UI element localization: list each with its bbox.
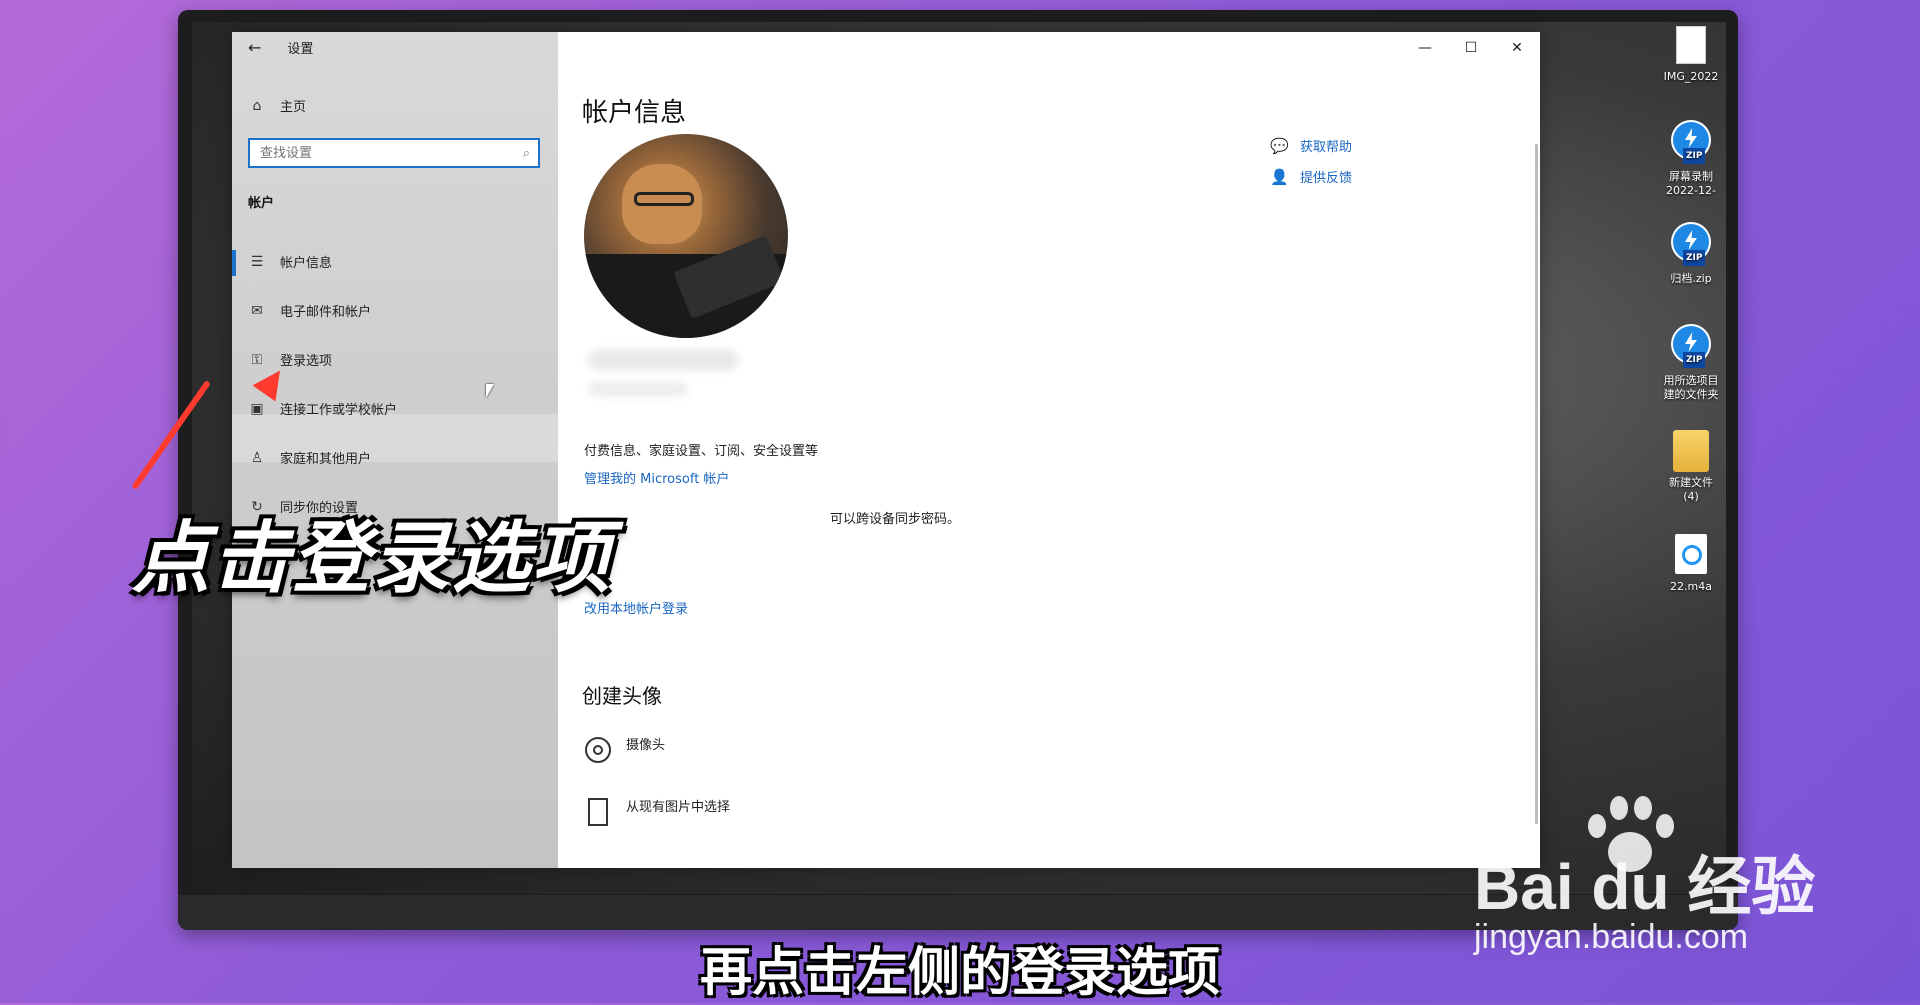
mail-icon: ✉ bbox=[251, 302, 263, 319]
baidu-watermark: Bai du 经验 bbox=[1474, 851, 1816, 923]
sidebar-item-home[interactable]: ⌂ 主页 bbox=[248, 96, 307, 116]
browse-picture-label: 从现有图片中选择 bbox=[626, 800, 731, 815]
window-title: 设置 bbox=[287, 42, 314, 57]
manage-account-link[interactable]: 管理我的 Microsoft 帐户 bbox=[584, 468, 729, 487]
blurred-username bbox=[588, 350, 738, 370]
sidebar-item-email-accounts[interactable]: ✉ 电子邮件和帐户 bbox=[248, 301, 372, 321]
feedback-icon: 👤 bbox=[1270, 167, 1289, 186]
desktop-icon-sublabel: 建的文件夹 bbox=[1663, 388, 1719, 401]
sidebar-item-label: 连接工作或学校帐户 bbox=[280, 403, 398, 418]
image-file-icon bbox=[1676, 26, 1706, 64]
get-help-link[interactable]: 💬 获取帮助 bbox=[1270, 136, 1353, 156]
sidebar-item-label: 登录选项 bbox=[280, 354, 333, 369]
billing-text: 付费信息、家庭设置、订阅、安全设置等 bbox=[584, 444, 819, 459]
desktop-icon-label: 屏幕录制 bbox=[1669, 170, 1713, 183]
sidebar-item-label: 电子邮件和帐户 bbox=[280, 305, 372, 320]
briefcase-icon: ▣ bbox=[250, 400, 264, 417]
desktop-icon-audio[interactable]: 22.m4a bbox=[1654, 534, 1726, 594]
desktop-icon-label: 归档.zip bbox=[1670, 272, 1712, 285]
sync-password-text: 可以跨设备同步密码。 bbox=[830, 512, 961, 527]
sidebar-item-family[interactable]: ♙ 家庭和其他用户 bbox=[248, 448, 372, 468]
settings-content: — ☐ ✕ 帐户信息 💬 获取帮助 👤 提供反馈 付费信息、家庭设置、订阅、安全… bbox=[558, 32, 1540, 868]
user-avatar bbox=[584, 134, 788, 338]
close-icon[interactable]: ✕ bbox=[1494, 32, 1540, 64]
desktop-icon-zip-archive[interactable]: ZIP 归档.zip bbox=[1654, 222, 1726, 286]
tutorial-caption: 点击登录选项 bbox=[132, 514, 613, 604]
get-help-label: 获取帮助 bbox=[1300, 140, 1353, 155]
section-title: 帐户 bbox=[248, 196, 275, 211]
blurred-email bbox=[588, 382, 688, 396]
search-input[interactable] bbox=[258, 144, 523, 162]
maximize-icon[interactable]: ☐ bbox=[1448, 32, 1494, 64]
person-icon: ♙ bbox=[250, 449, 264, 466]
page-title: 帐户信息 bbox=[582, 98, 687, 128]
sidebar-item-work-school[interactable]: ▣ 连接工作或学校帐户 bbox=[248, 399, 398, 419]
give-feedback-label: 提供反馈 bbox=[1300, 171, 1353, 186]
zip-icon: ZIP bbox=[1671, 324, 1711, 370]
desktop-icon-zip-folder[interactable]: ZIP 用所选项目 建的文件夹 bbox=[1654, 324, 1726, 402]
camera-label: 摄像头 bbox=[626, 738, 666, 753]
sidebar-item-label: 主页 bbox=[280, 100, 307, 115]
active-indicator bbox=[232, 250, 236, 276]
audio-file-icon bbox=[1675, 534, 1707, 574]
desktop-icon-sublabel: (4) bbox=[1683, 490, 1699, 503]
desktop-icon-zip-recording[interactable]: ZIP 屏幕录制 2022-12- bbox=[1654, 120, 1726, 198]
desktop-icon-label: 用所选项目 bbox=[1663, 374, 1719, 387]
search-box[interactable]: ⌕ bbox=[248, 138, 540, 168]
sidebar-item-label: 家庭和其他用户 bbox=[280, 452, 372, 467]
video-subtitle: 再点击左侧的登录选项 bbox=[699, 943, 1220, 1003]
camera-option[interactable]: 摄像头 bbox=[584, 734, 665, 766]
account-info-icon: ☰ bbox=[250, 253, 264, 270]
desktop-icon-label: 新建文件 bbox=[1669, 476, 1713, 489]
mouse-cursor-icon bbox=[486, 384, 494, 398]
settings-sidebar: ← 设置 ⌂ 主页 ⌕ 帐户 ☰ 帐户信息 ✉ 电子邮件和帐户 ⚿ 登录选项 ▣… bbox=[232, 32, 558, 868]
scrollbar[interactable] bbox=[1535, 144, 1538, 824]
sidebar-item-label: 帐户信息 bbox=[280, 256, 333, 271]
home-icon: ⌂ bbox=[252, 97, 262, 114]
help-chat-icon: 💬 bbox=[1270, 136, 1289, 155]
search-icon: ⌕ bbox=[522, 145, 530, 161]
desktop-icon-sublabel: 2022-12- bbox=[1666, 184, 1716, 197]
browse-picture-option[interactable]: 从现有图片中选择 bbox=[584, 796, 730, 828]
desktop-icon-img[interactable]: IMG_2022 bbox=[1654, 26, 1726, 84]
desktop-icon-label: IMG_2022 bbox=[1663, 70, 1719, 83]
desktop-icon-new-folder[interactable]: 新建文件 (4) bbox=[1654, 430, 1726, 504]
image-file-icon bbox=[588, 798, 608, 826]
key-icon: ⚿ bbox=[251, 351, 263, 368]
folder-icon bbox=[1673, 430, 1709, 472]
window-controls: — ☐ ✕ bbox=[1402, 32, 1540, 64]
zip-icon: ZIP bbox=[1671, 222, 1711, 268]
sidebar-item-account-info[interactable]: ☰ 帐户信息 bbox=[248, 252, 333, 272]
zip-icon: ZIP bbox=[1671, 120, 1711, 166]
titlebar-left: ← 设置 bbox=[248, 38, 313, 57]
settings-window: ← 设置 ⌂ 主页 ⌕ 帐户 ☰ 帐户信息 ✉ 电子邮件和帐户 ⚿ 登录选项 ▣… bbox=[232, 32, 1540, 868]
give-feedback-link[interactable]: 👤 提供反馈 bbox=[1270, 167, 1353, 187]
back-arrow-icon[interactable]: ← bbox=[248, 38, 261, 57]
sidebar-item-sign-in-options[interactable]: ⚿ 登录选项 bbox=[248, 350, 333, 370]
create-avatar-title: 创建头像 bbox=[582, 684, 662, 708]
camera-icon bbox=[585, 737, 611, 763]
desktop-icon-label: 22.m4a bbox=[1670, 580, 1712, 593]
minimize-icon[interactable]: — bbox=[1402, 32, 1448, 64]
